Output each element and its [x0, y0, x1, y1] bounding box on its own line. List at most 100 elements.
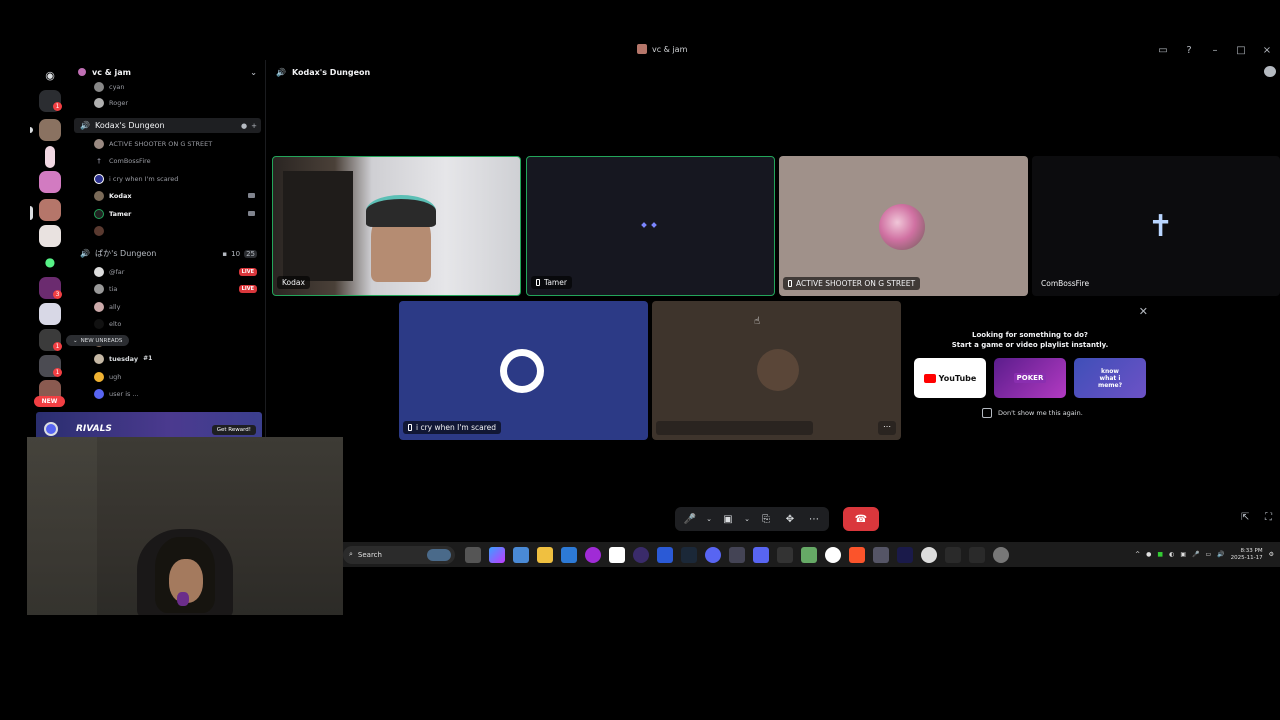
taskbar-search[interactable]: ⌕ Search [343, 545, 455, 564]
task-view-icon[interactable] [465, 546, 481, 563]
maximize-button[interactable]: □ [1228, 43, 1254, 57]
server-icon-vc-and-jam[interactable] [39, 199, 61, 221]
app-icon[interactable] [633, 546, 649, 563]
voice-user[interactable]: ally [94, 299, 261, 314]
opera-icon[interactable] [585, 546, 601, 563]
voice-user[interactable]: tuesday #1 [94, 351, 261, 366]
voice-user[interactable]: ugh [94, 369, 261, 384]
app-icon[interactable] [657, 546, 673, 563]
mic-icon[interactable]: 🎤 [1192, 551, 1199, 558]
voice-channel-kodaxs-dungeon[interactable]: 🔊 Kodax's Dungeon ● + [74, 118, 261, 133]
more-options-icon[interactable]: ⋯ [878, 421, 896, 435]
volume-icon[interactable]: 🔊 [1217, 551, 1224, 558]
app-icon[interactable] [801, 546, 817, 563]
microphone-button[interactable]: 🎤 [679, 509, 701, 529]
mobile-icon [788, 280, 792, 287]
app-icon[interactable] [753, 546, 769, 563]
voice-user[interactable] [94, 223, 261, 238]
voice-user-name: Roger [109, 98, 128, 107]
camera-off-button[interactable]: ▣ [717, 509, 739, 529]
chat-icon[interactable]: ● [241, 122, 247, 130]
fullscreen-icon[interactable]: ⛶ [1265, 512, 1272, 523]
copilot-icon[interactable] [489, 546, 505, 563]
voice-user-name: ACTIVE SHOOTER ON G STREET [109, 139, 213, 148]
server-icon[interactable] [39, 171, 61, 193]
tray-icon[interactable]: ■ [1157, 551, 1163, 558]
app-icon[interactable] [825, 546, 841, 563]
voice-user[interactable]: i cry when I'm scared [94, 171, 261, 186]
voice-user[interactable]: elto [94, 316, 261, 331]
video-tile-combossfire[interactable]: ✝ ComBossFire [1032, 156, 1280, 296]
server-icon[interactable] [45, 146, 55, 168]
voice-user[interactable]: Kodax [94, 188, 261, 203]
voice-channel-second[interactable]: 🔊 ぱか's Dungeon ▪ 10 25 [74, 246, 261, 261]
poker-activity-card[interactable]: POKER [994, 358, 1066, 398]
add-member-icon[interactable]: + [251, 122, 257, 130]
activities-button[interactable]: ✥ [779, 509, 801, 529]
app-icon[interactable] [729, 546, 745, 563]
voice-user[interactable]: Tamer [94, 206, 261, 221]
settings-icon[interactable] [993, 546, 1009, 563]
video-tile-i-cry[interactable]: i cry when I'm scared [399, 301, 648, 440]
screen-share-button[interactable]: ⎘ [755, 509, 777, 529]
popout-icon[interactable]: ⇱ [1241, 512, 1249, 523]
avatar [94, 283, 104, 294]
store-icon[interactable] [561, 546, 577, 563]
selected-pill [30, 206, 33, 220]
brave-icon[interactable] [849, 546, 865, 563]
notification-icon[interactable]: ⚙ [1269, 551, 1274, 558]
app-icon[interactable] [945, 546, 961, 563]
chevron-down-icon[interactable]: ⌄ [250, 68, 257, 77]
server-icon[interactable] [39, 119, 61, 141]
chevron-up-icon[interactable]: ^ [1135, 551, 1140, 558]
help-icon[interactable]: ? [1176, 43, 1202, 57]
voice-user[interactable]: Roger [94, 95, 261, 110]
voice-user[interactable]: † ComBossFire [94, 153, 261, 168]
discord-icon[interactable] [705, 546, 721, 563]
voice-user[interactable]: ACTIVE SHOOTER ON G STREET [94, 136, 261, 151]
app-icon[interactable] [873, 546, 889, 563]
youtube-activity-card[interactable]: YouTube [914, 358, 986, 398]
voice-user[interactable]: tia LIVE [94, 281, 261, 296]
chevron-down-icon[interactable]: ⌄ [703, 509, 715, 529]
dont-show-again[interactable]: Don't show me this again. [982, 408, 1083, 418]
clock[interactable]: 8:33 PM 2025-11-17 [1231, 548, 1263, 562]
display-icon[interactable]: ▭ [1205, 551, 1211, 558]
server-icon[interactable] [39, 303, 61, 325]
steam-icon[interactable] [681, 546, 697, 563]
tray-icon[interactable]: ● [1146, 551, 1151, 558]
app-icon[interactable] [513, 546, 529, 563]
video-tile-tamer[interactable]: Tamer [526, 156, 775, 296]
voice-user[interactable]: user is ... [94, 386, 261, 401]
more-options-icon[interactable]: ⋯ [803, 509, 825, 529]
tray-icon[interactable]: ▣ [1180, 551, 1186, 558]
window-title: vc & jam [637, 44, 687, 54]
server-icon[interactable] [39, 225, 61, 247]
minimize-button[interactable]: – [1202, 43, 1228, 57]
close-button[interactable]: × [1254, 43, 1280, 57]
video-tile-active-shooter[interactable]: ACTIVE SHOOTER ON G STREET [779, 156, 1028, 296]
chevron-down-icon[interactable]: ⌄ [741, 509, 753, 529]
alien-server-icon[interactable]: ● [39, 251, 61, 273]
chat-icon[interactable] [1264, 66, 1276, 77]
new-unreads-pill[interactable]: ⌄ NEW UNREADS [66, 335, 130, 346]
video-tile-kodax[interactable]: Kodax [272, 156, 521, 296]
tray-icon[interactable]: ◐ [1169, 551, 1174, 558]
app-icon[interactable] [777, 546, 793, 563]
get-reward-button[interactable]: Get Reward! [211, 425, 256, 435]
disconnect-button[interactable]: ☎ [843, 507, 879, 531]
file-explorer-icon[interactable] [537, 546, 553, 563]
video-tile-unnamed[interactable]: ⋯ [652, 301, 901, 440]
discord-home-icon[interactable]: ◉ [39, 64, 61, 86]
close-icon[interactable]: ✕ [1139, 305, 1148, 318]
app-icon[interactable] [969, 546, 985, 563]
checkbox[interactable] [982, 408, 992, 418]
voice-user[interactable]: cyan [94, 79, 261, 94]
notepad-icon[interactable] [609, 546, 625, 563]
app-icon[interactable] [897, 546, 913, 563]
promo-banner[interactable]: RIVALS Get Reward! [36, 412, 262, 440]
inbox-icon[interactable]: ▭ [1150, 43, 1176, 57]
app-icon[interactable] [921, 546, 937, 563]
voice-user[interactable]: @far LIVE [94, 264, 261, 279]
meme-activity-card[interactable]: know what i meme? [1074, 358, 1146, 398]
